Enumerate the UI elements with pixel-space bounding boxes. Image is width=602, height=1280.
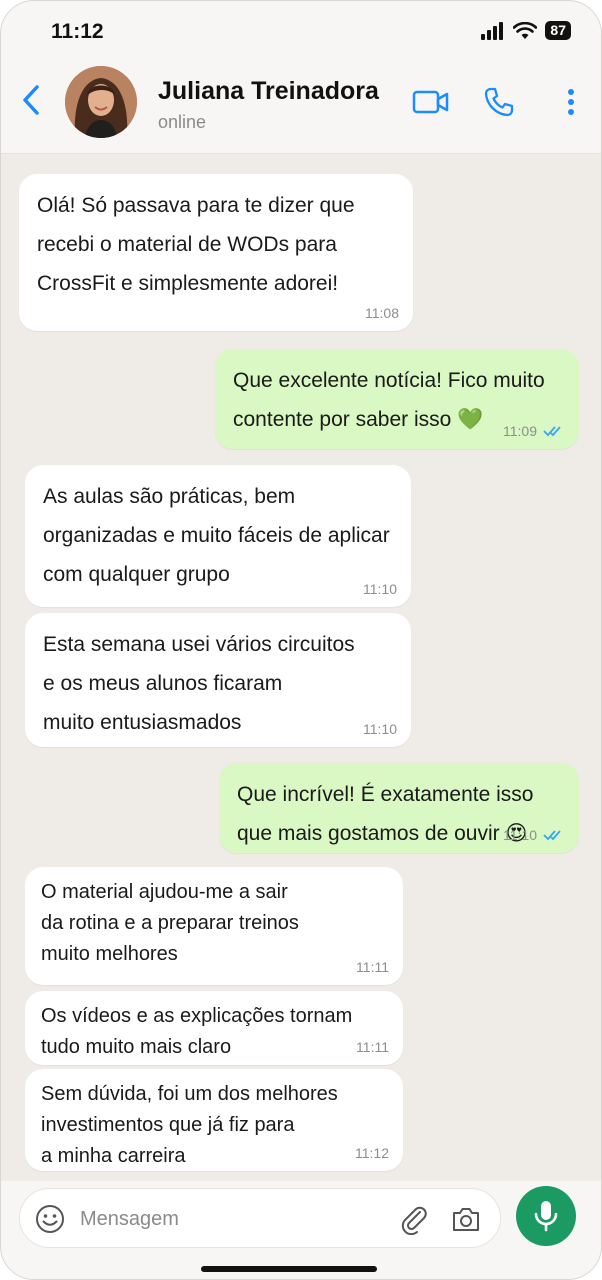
- status-bar: 11:12 87: [1, 1, 601, 61]
- message-bubble-incoming[interactable]: Olá! Só passava para te dizer que recebi…: [19, 174, 413, 331]
- phone-screen: 11:12 87 Juliana Treinadora online Olá! …: [0, 0, 602, 1280]
- message-time: 11:08: [365, 305, 399, 321]
- message-time: 11:10: [363, 581, 397, 597]
- message-time: 11:11: [356, 959, 389, 975]
- wifi-icon: [513, 21, 538, 39]
- attach-button[interactable]: [396, 1201, 432, 1237]
- message-bubble-incoming[interactable]: O material ajudou-me a sair da rotina e …: [25, 867, 403, 985]
- microphone-icon: [534, 1201, 558, 1232]
- chat-header: Juliana Treinadora online: [1, 56, 601, 154]
- message-text: Sem dúvida, foi um dos melhores investim…: [41, 1083, 338, 1167]
- contact-photo: [65, 66, 137, 138]
- message-text: O material ajudou-me a sair da rotina e …: [41, 881, 299, 965]
- double-check-icon: [543, 426, 561, 437]
- message-bubble-outgoing[interactable]: Que incrível! É exatamente isso que mais…: [219, 763, 579, 853]
- video-camera-icon: [412, 90, 449, 114]
- message-meta: 11:11: [356, 959, 389, 975]
- message-meta: 11:08: [365, 305, 399, 321]
- message-bubble-outgoing[interactable]: Que excelente notícia! Fico muito conten…: [215, 349, 579, 449]
- emoji-button[interactable]: [32, 1201, 68, 1237]
- message-meta: 11:10: [363, 721, 397, 737]
- message-text: As aulas são práticas, bem organizadas e…: [43, 485, 390, 586]
- message-time: 11:09: [503, 423, 537, 439]
- voice-message-button[interactable]: [516, 1186, 576, 1246]
- message-input[interactable]: [80, 1199, 380, 1239]
- message-text: Os vídeos e as explicações tornam tudo m…: [41, 1005, 353, 1058]
- camera-icon: [453, 1208, 479, 1231]
- voice-call-button[interactable]: [479, 82, 519, 122]
- video-call-button[interactable]: [411, 82, 451, 122]
- compose-field: [19, 1188, 501, 1248]
- paperclip-icon: [401, 1206, 427, 1235]
- emoji-icon: [36, 1205, 64, 1233]
- camera-button[interactable]: [448, 1201, 484, 1237]
- battery-level: 87: [545, 21, 571, 40]
- message-time: 11:10: [363, 721, 397, 737]
- chevron-left-icon: [23, 85, 39, 115]
- contact-name[interactable]: Juliana Treinadora: [158, 77, 379, 106]
- message-text: Olá! Só passava para te dizer que recebi…: [37, 194, 355, 295]
- home-indicator[interactable]: [201, 1266, 377, 1272]
- menu-button[interactable]: [551, 82, 591, 122]
- message-time: 11:12: [355, 1145, 389, 1161]
- message-bubble-incoming[interactable]: As aulas são práticas, bem organizadas e…: [25, 465, 411, 607]
- message-meta: 11:10: [363, 581, 397, 597]
- message-bubble-incoming[interactable]: Esta semana usei vários circuitos e os m…: [25, 613, 411, 747]
- status-time: 11:12: [51, 20, 104, 43]
- message-time: 11:10: [503, 827, 537, 843]
- message-text: Esta semana usei vários circuitos e os m…: [43, 633, 355, 734]
- contact-status: online: [158, 112, 207, 132]
- phone-icon: [484, 87, 514, 117]
- message-bubble-incoming[interactable]: Os vídeos e as explicações tornam tudo m…: [25, 991, 403, 1065]
- message-time: 11:11: [356, 1039, 389, 1055]
- back-button[interactable]: [15, 80, 47, 120]
- message-meta: 11:11: [356, 1039, 389, 1055]
- message-meta: 11:10: [503, 827, 565, 843]
- message-meta: 11:12: [355, 1145, 389, 1161]
- compose-bar: [1, 1181, 601, 1279]
- contact-avatar[interactable]: [65, 66, 137, 138]
- signal-icon: [481, 21, 504, 40]
- status-indicators: 87: [481, 21, 571, 40]
- message-meta: 11:09: [503, 423, 565, 439]
- double-check-icon: [543, 830, 561, 841]
- more-vertical-icon: [568, 89, 574, 115]
- message-list: Olá! Só passava para te dizer que recebi…: [1, 154, 601, 1181]
- message-bubble-incoming[interactable]: Sem dúvida, foi um dos melhores investim…: [25, 1069, 403, 1171]
